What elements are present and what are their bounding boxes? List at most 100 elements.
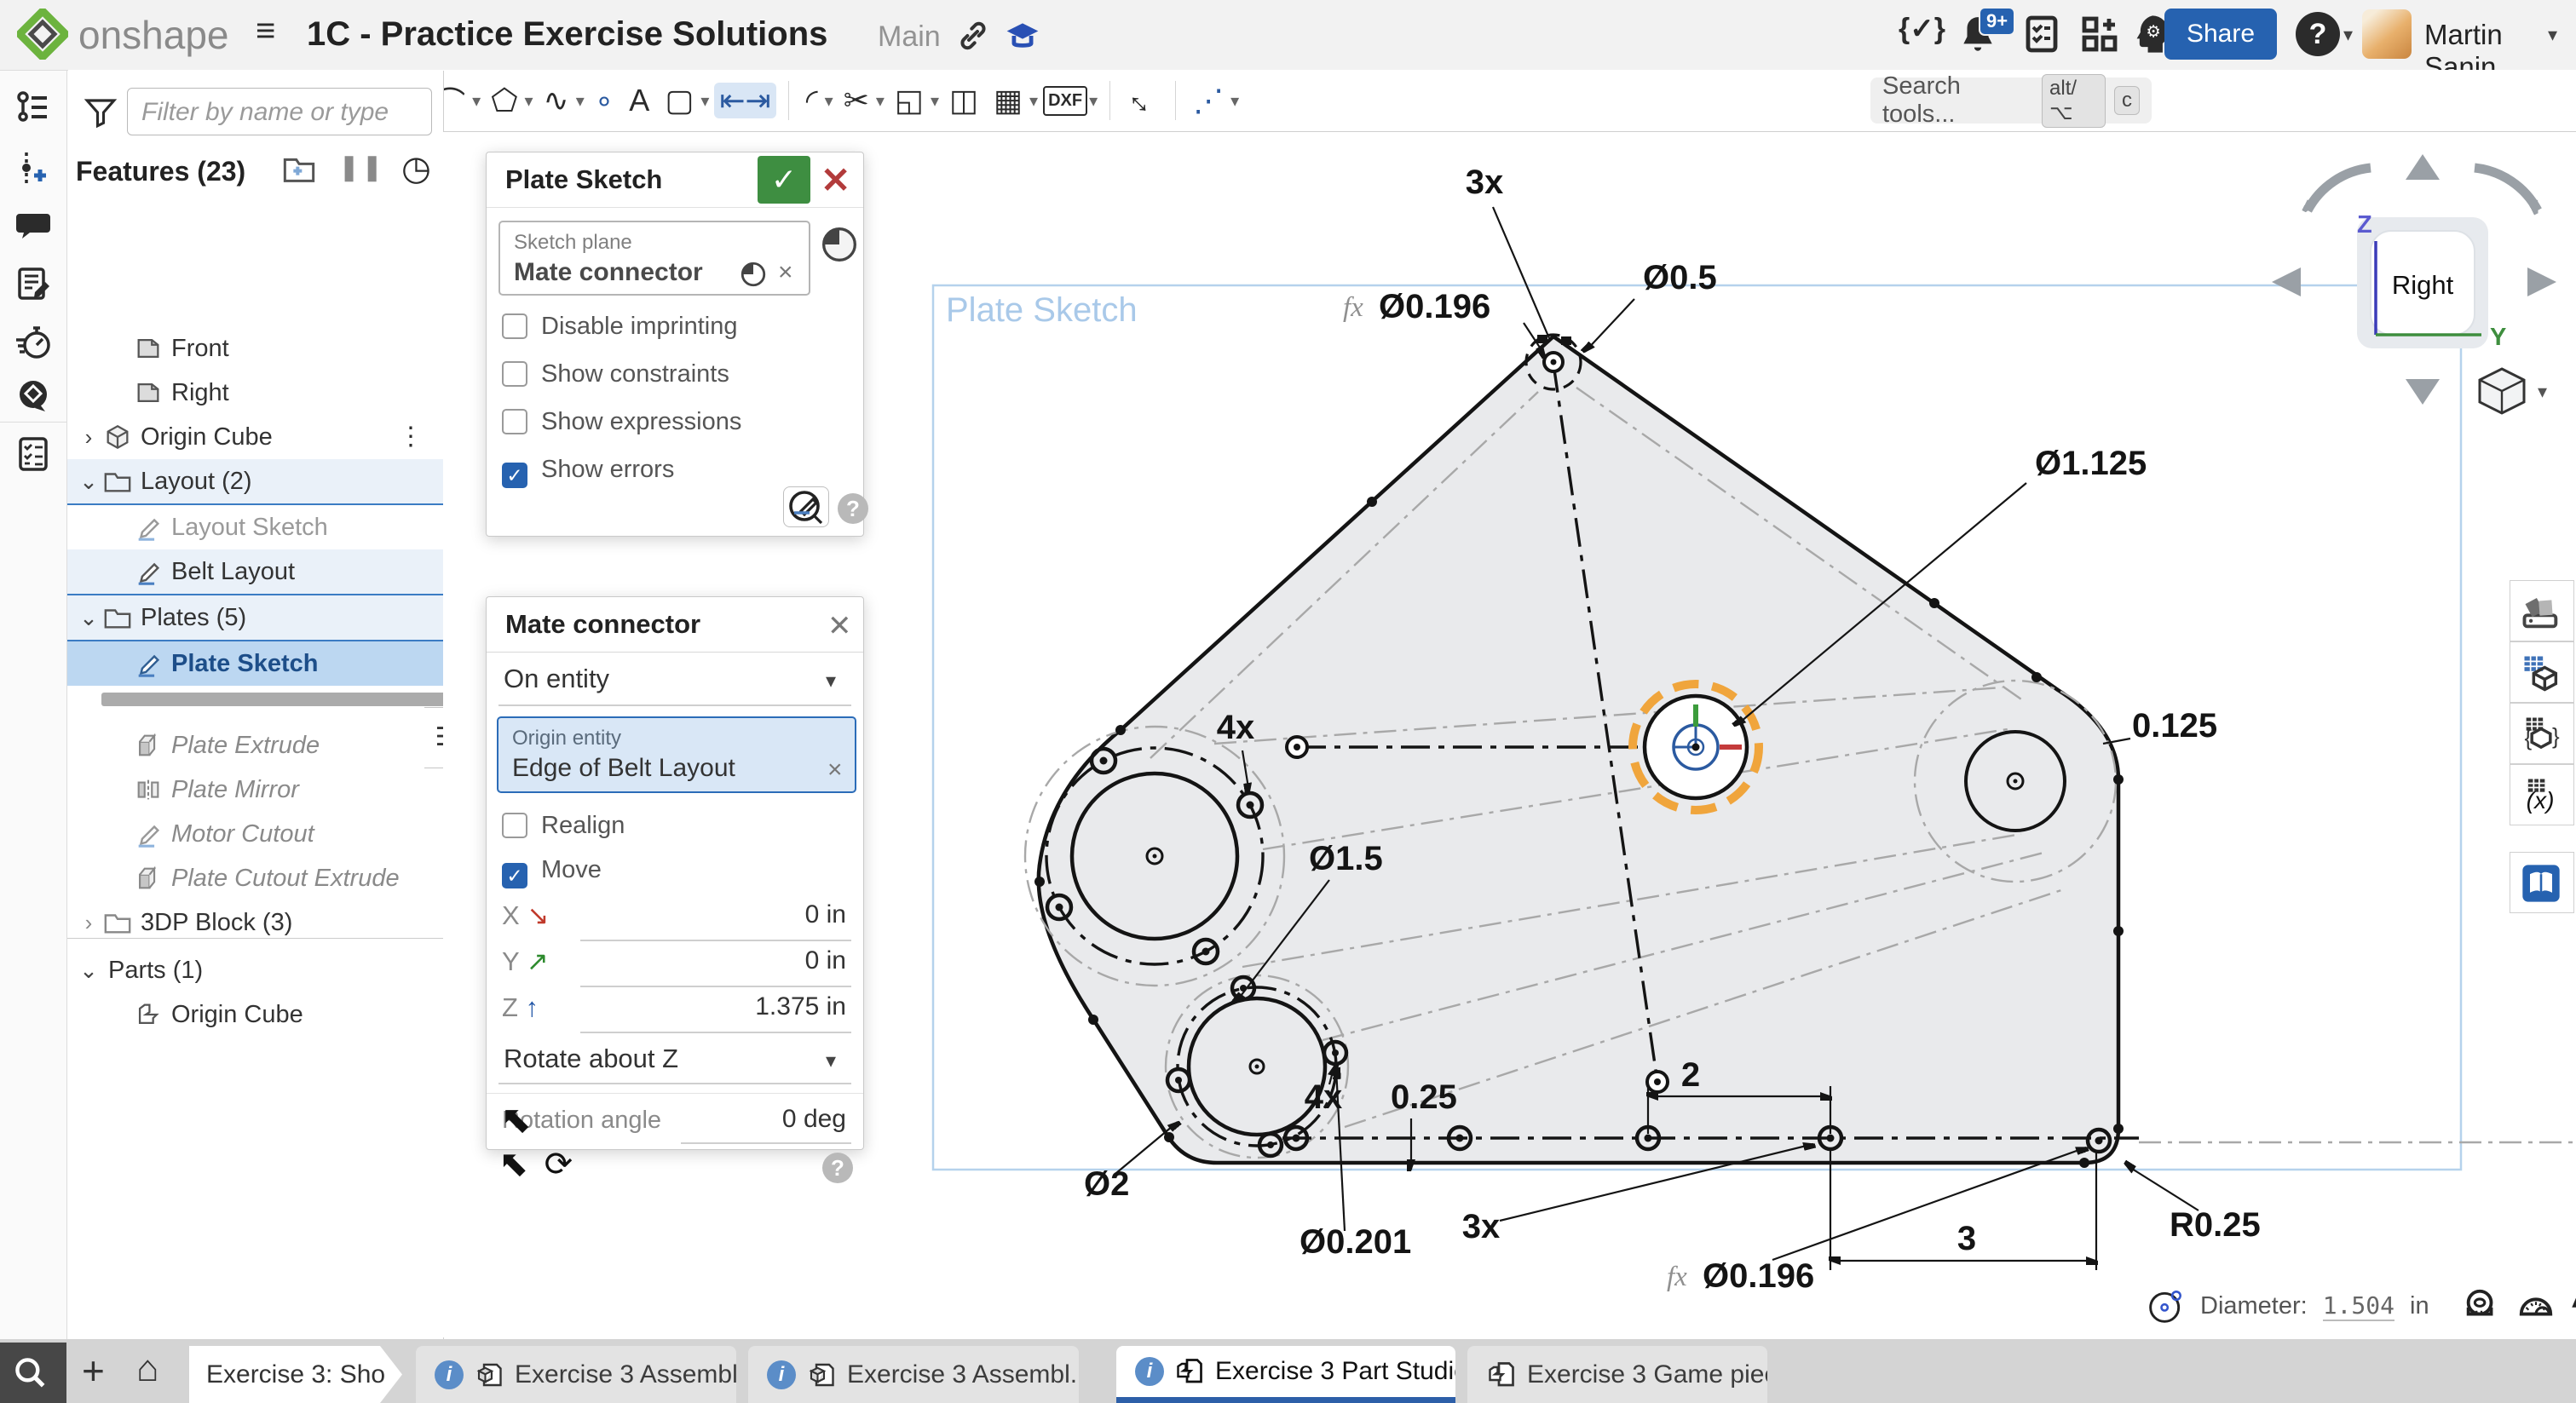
polygon-tool-caret-icon[interactable]: ▾ xyxy=(524,90,533,112)
parts-header-row[interactable]: ⌄ Parts (1) xyxy=(67,948,443,992)
feature-row-plate-mirror[interactable]: Plate Mirror xyxy=(67,768,443,812)
sketch-plane-field[interactable]: Sketch plane Mate connector × xyxy=(498,221,810,296)
feature-row-plate-extrude[interactable]: Plate Extrude xyxy=(67,723,443,768)
origin-entity-field[interactable]: Origin entity Edge of Belt Layout × xyxy=(497,716,856,793)
add-tab-button[interactable]: + xyxy=(82,1348,105,1394)
tab-exercise-3-game-piece[interactable]: Exercise 3 Game piece xyxy=(1467,1346,1767,1403)
suppress-pause-icon[interactable]: ❚❚ xyxy=(338,152,384,182)
close-icon[interactable]: ✕ xyxy=(827,609,852,643)
app-store-icon[interactable] xyxy=(2079,14,2120,55)
dropdown-caret-icon[interactable]: ▾ xyxy=(826,669,836,693)
search-tools[interactable]: Search tools... alt/⌥ c xyxy=(1870,78,2152,124)
feature-row-layout-sketch[interactable]: Layout Sketch xyxy=(67,505,443,549)
feature-row-motor-cutout[interactable]: Motor Cutout xyxy=(67,812,443,856)
share-button[interactable]: Share xyxy=(2164,9,2277,60)
help-icon[interactable]: ? xyxy=(838,493,868,524)
comments-icon[interactable] xyxy=(14,207,52,244)
slot-tool[interactable]: ▢ xyxy=(660,83,699,118)
confirm-button[interactable]: ✓ xyxy=(758,156,810,204)
help-button[interactable]: ? xyxy=(2296,12,2340,56)
sketch-search-icon[interactable] xyxy=(783,486,829,527)
checkbox-show-expressions[interactable]: Show expressions xyxy=(502,408,741,436)
mirror-tool[interactable]: ◫ xyxy=(944,83,983,118)
fillet-tool[interactable]: ◜ xyxy=(801,83,823,118)
spline-tool-caret-icon[interactable]: ▾ xyxy=(576,90,585,112)
tab-exercise-3-assembly-2[interactable]: i Exercise 3 Assembl... xyxy=(748,1346,1079,1403)
home-button[interactable]: ⌂ xyxy=(136,1348,159,1390)
expand-chevron-icon[interactable]: › xyxy=(78,415,100,459)
z-offset-value[interactable]: 1.375 in xyxy=(676,992,846,1021)
flip-icon[interactable]: ⬉ xyxy=(498,1143,528,1183)
dimension-tool-active[interactable]: ⇤⇥ xyxy=(714,83,775,118)
document-title[interactable]: 1C - Practice Exercise Solutions xyxy=(307,15,827,54)
performance-icon[interactable] xyxy=(14,323,52,360)
feature-row-layout-folder[interactable]: ⌄ Layout (2) xyxy=(67,459,443,505)
clear-field-icon[interactable]: × xyxy=(778,258,793,287)
feature-row-plates-folder[interactable]: ⌄ Plates (5) xyxy=(67,595,443,641)
x-offset-value[interactable]: 0 in xyxy=(676,900,846,929)
checkbox-move[interactable]: ✓Move xyxy=(502,856,602,888)
spline-tool[interactable]: ∿ xyxy=(539,83,574,118)
learning-cap-icon[interactable] xyxy=(1004,17,1041,55)
y-offset-value[interactable]: 0 in xyxy=(676,946,846,975)
checkbox-show-errors[interactable]: ✓Show errors xyxy=(502,456,674,488)
feature-row-origin-cube[interactable]: › Origin Cube ⋮ xyxy=(67,415,443,459)
trim-tool[interactable]: ✂ xyxy=(838,83,874,118)
offset-tool-caret-icon[interactable]: ▾ xyxy=(931,90,939,112)
link-icon[interactable] xyxy=(956,19,990,53)
history-clock-icon[interactable]: ◷ xyxy=(401,149,431,188)
import-dxf-tool[interactable]: DXF xyxy=(1043,86,1087,116)
tab-exercise-3-part-studio-active[interactable]: i Exercise 3 Part Studio xyxy=(1116,1346,1455,1403)
info-icon[interactable]: i xyxy=(767,1360,796,1389)
hamburger-menu-icon[interactable]: ≡ xyxy=(256,12,275,50)
insert-feature-icon[interactable] xyxy=(14,149,52,187)
fillet-tool-caret-icon[interactable]: ▾ xyxy=(825,90,833,112)
part-row-origin-cube[interactable]: Origin Cube xyxy=(67,992,443,1037)
isometric-cube-button[interactable] xyxy=(2480,369,2524,413)
drag-handle-icon[interactable]: ⋮ xyxy=(398,415,424,459)
checkbox-show-constraints[interactable]: Show constraints xyxy=(502,360,729,388)
add-folder-icon[interactable] xyxy=(282,152,316,187)
appearance-panel-button[interactable] xyxy=(2510,580,2574,641)
tasks-checklist-icon[interactable] xyxy=(2021,14,2062,55)
construction-caret-icon[interactable]: ▾ xyxy=(1230,90,1239,112)
slot-tool-caret-icon[interactable]: ▾ xyxy=(700,90,709,112)
view-cube[interactable]: Right Z Y ▾ xyxy=(2272,154,2556,413)
tab-exercise-3-assembly[interactable]: i Exercise 3 Assembly xyxy=(416,1346,736,1403)
protractor-icon[interactable] xyxy=(2516,1286,2556,1325)
checkbox-disable-imprinting[interactable]: Disable imprinting xyxy=(502,313,738,341)
construction-tool[interactable]: ⋰ xyxy=(1188,83,1229,118)
help-caret-icon[interactable]: ▾ xyxy=(2343,24,2353,46)
polygon-tool[interactable]: ⬠ xyxy=(486,83,522,118)
mate-mode-dropdown[interactable]: On entity xyxy=(504,664,609,694)
info-icon[interactable]: i xyxy=(435,1360,464,1389)
workspace-branch[interactable]: Main xyxy=(878,20,941,54)
trim-tool-caret-icon[interactable]: ▾ xyxy=(876,90,885,112)
dialog-header[interactable]: Mate connector ✕ xyxy=(487,597,863,653)
avatar[interactable] xyxy=(2362,9,2412,59)
variable-studio-button[interactable]: (x) xyxy=(2510,764,2574,825)
feature-row-front[interactable]: Front xyxy=(67,326,443,371)
pattern-tool[interactable]: ▦ xyxy=(988,83,1028,118)
help-icon[interactable]: ? xyxy=(822,1153,853,1183)
view-menu-caret-icon[interactable]: ▾ xyxy=(2538,381,2547,402)
rotate-axis-dropdown[interactable]: Rotate about Z xyxy=(504,1044,678,1074)
custom-tables-button[interactable] xyxy=(2510,641,2574,703)
dropdown-caret-icon[interactable]: ▾ xyxy=(826,1049,836,1073)
collapse-chevron-icon[interactable]: ⌄ xyxy=(78,595,100,640)
checklist-panel-icon[interactable] xyxy=(14,435,52,473)
rollback-bar[interactable] xyxy=(101,693,459,706)
rotation-angle-value[interactable]: 0 deg xyxy=(676,1105,846,1134)
mass-properties-icon[interactable] xyxy=(2571,1286,2576,1325)
dxf-caret-icon[interactable]: ▾ xyxy=(1089,90,1098,112)
plate-outline[interactable] xyxy=(1039,336,2118,1163)
feature-manager-icon[interactable] xyxy=(14,89,52,127)
offset-tool[interactable]: ◱ xyxy=(890,83,929,118)
user-menu-caret-icon[interactable]: ▾ xyxy=(2548,24,2557,46)
feedback-icon[interactable] xyxy=(14,377,52,415)
collapse-chevron-icon[interactable]: ⌄ xyxy=(78,948,100,992)
rotate-90-icon[interactable]: ⟳ xyxy=(545,1146,573,1183)
clear-field-icon[interactable]: × xyxy=(827,756,843,785)
feature-script-icon[interactable]: {✓} xyxy=(1899,12,1945,46)
point-tool[interactable]: ∘ xyxy=(590,83,620,118)
